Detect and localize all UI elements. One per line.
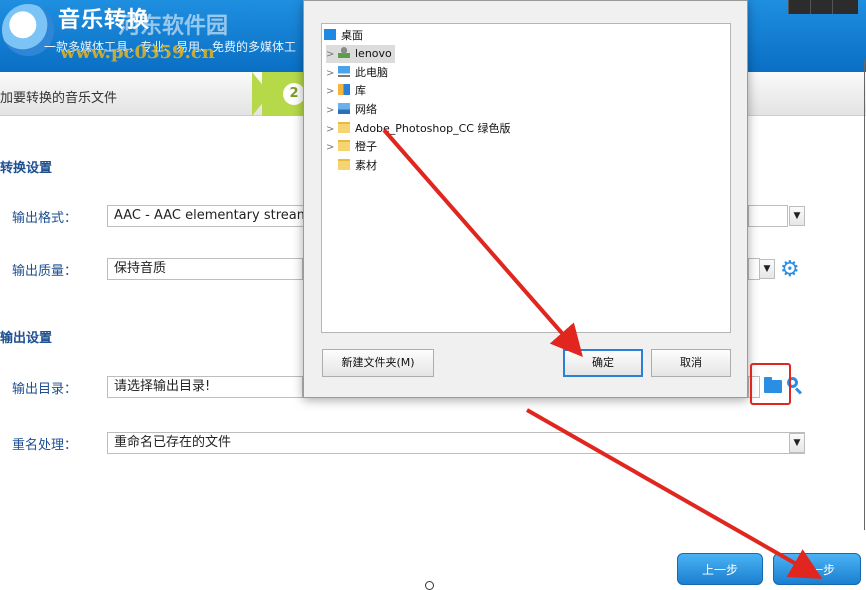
watermark-url: www.pc0359.cn bbox=[60, 42, 215, 63]
tree-item-photoshop[interactable]: > Adobe_Photoshop_CC 绿色版 bbox=[326, 120, 510, 138]
output-format-select[interactable]: AAC - AAC elementary stream ( bbox=[107, 205, 307, 227]
ok-button[interactable]: 确定 bbox=[563, 349, 643, 377]
rename-label: 重名处理： bbox=[12, 438, 78, 453]
folder-icon bbox=[338, 159, 350, 170]
user-folder-icon bbox=[338, 47, 350, 58]
desktop-icon bbox=[324, 29, 336, 40]
folder-icon bbox=[338, 140, 350, 151]
output-dir-label: 输出目录： bbox=[12, 382, 78, 397]
tree-item-label: 库 bbox=[355, 84, 366, 97]
chevron-right-icon[interactable]: > bbox=[326, 121, 338, 139]
tree-item-label: 桌面 bbox=[341, 29, 363, 42]
highlight-box bbox=[750, 363, 791, 405]
new-folder-button[interactable]: 新建文件夹(M) bbox=[322, 349, 434, 377]
output-quality-select[interactable]: 保持音质 bbox=[107, 258, 303, 280]
chevron-right-icon[interactable]: > bbox=[326, 139, 338, 157]
prev-step-button[interactable]: 上一步 bbox=[677, 553, 763, 585]
network-icon bbox=[338, 103, 350, 114]
tree-item-label: lenovo bbox=[355, 47, 392, 60]
tree-item-label: 此电脑 bbox=[355, 66, 388, 79]
tree-item-network[interactable]: > 网络 bbox=[326, 101, 377, 119]
output-format-dropdown-arrow-icon[interactable]: ▼ bbox=[789, 206, 805, 226]
conversion-settings-title: 转换设置 bbox=[0, 161, 53, 176]
chevron-right-icon[interactable]: > bbox=[326, 102, 338, 120]
step1-label: 加要转换的音乐文件 bbox=[0, 91, 118, 106]
chevron-right-icon[interactable]: > bbox=[326, 83, 338, 101]
tree-item-label: 橙子 bbox=[355, 140, 377, 153]
quality-settings-gear-icon[interactable]: ⚙ bbox=[780, 258, 800, 282]
window-controls[interactable] bbox=[788, 0, 858, 14]
chevron-right-icon[interactable]: > bbox=[326, 65, 338, 83]
maximize-icon[interactable] bbox=[810, 0, 832, 14]
tree-item-label: 网络 bbox=[355, 103, 377, 116]
tree-item-label: 素材 bbox=[355, 159, 377, 172]
close-icon[interactable] bbox=[832, 0, 854, 14]
computer-icon bbox=[338, 66, 350, 77]
output-format-label: 输出格式： bbox=[12, 211, 78, 226]
library-icon bbox=[338, 84, 350, 95]
tree-item-orange[interactable]: > 橙子 bbox=[326, 138, 377, 156]
right-edge-line bbox=[864, 60, 865, 530]
output-quality-label: 输出质量： bbox=[12, 264, 78, 279]
minimize-icon[interactable] bbox=[788, 0, 810, 14]
tree-item-lenovo[interactable]: > lenovo bbox=[326, 45, 395, 63]
output-settings-title: 输出设置 bbox=[0, 331, 53, 346]
output-format-select-tail[interactable] bbox=[748, 205, 788, 227]
output-dir-input[interactable]: 请选择输出目录! bbox=[107, 376, 303, 398]
rename-dropdown-arrow-icon[interactable]: ▼ bbox=[789, 433, 805, 453]
folder-browse-dialog: 桌面 > lenovo > 此电脑 > 库 > 网络 > Adobe_Photoshop_… bbox=[303, 0, 748, 398]
step2-number-badge: 2 bbox=[283, 83, 305, 105]
folder-tree[interactable]: 桌面 > lenovo > 此电脑 > 库 > 网络 > Adobe_Photoshop_… bbox=[321, 23, 731, 333]
chevron-right-icon[interactable]: > bbox=[326, 46, 338, 64]
tree-item-label: Adobe_Photoshop_CC 绿色版 bbox=[355, 122, 511, 135]
tree-item-desktop[interactable]: 桌面 bbox=[324, 27, 363, 45]
watermark-text: 河东软件园 bbox=[118, 13, 229, 39]
tree-item-library[interactable]: > 库 bbox=[326, 82, 366, 100]
next-step-button[interactable]: 下一步 bbox=[773, 553, 861, 585]
folder-icon bbox=[338, 122, 350, 133]
rename-select[interactable]: 重命名已存在的文件 bbox=[107, 432, 805, 454]
tree-item-this-pc[interactable]: > 此电脑 bbox=[326, 64, 388, 82]
tree-item-material[interactable]: 素材 bbox=[338, 157, 377, 175]
output-quality-dropdown-arrow-icon[interactable]: ▼ bbox=[759, 259, 775, 279]
cancel-button[interactable]: 取消 bbox=[651, 349, 731, 377]
cursor-circle-icon bbox=[425, 581, 434, 590]
